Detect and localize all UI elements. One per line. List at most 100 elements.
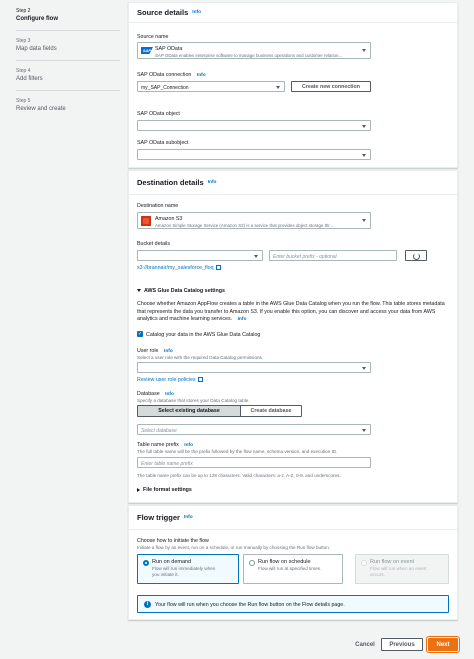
database-mode-toggle: Select existing database Create database <box>137 405 302 417</box>
step-number: Step 2 <box>16 8 31 14</box>
connection-select[interactable]: my_SAP_Connection <box>137 81 285 92</box>
destination-name-description: Amazon Simple Storage Service (Amazon S3… <box>155 222 334 228</box>
step-number: Step 4 <box>16 68 31 74</box>
catalog-checkbox[interactable]: ✓ <box>137 331 143 337</box>
trigger-info-alert: i Your flow will run when you choose the… <box>137 595 449 613</box>
wizard-steps: Step 2 Configure flow Step 3 Map data fi… <box>0 0 124 659</box>
chevron-down-icon <box>254 254 258 258</box>
info-link[interactable]: Info <box>197 73 206 78</box>
user-role-description: Select a user role with the required Dat… <box>137 355 264 360</box>
option-description: Flow will run at specified times. <box>258 566 322 571</box>
chevron-down-icon <box>362 49 366 52</box>
database-label-text: Database <box>137 391 160 397</box>
amazon-s3-icon <box>141 216 151 226</box>
database-select[interactable]: Select database <box>137 424 371 435</box>
panel-title: Flow trigger <box>137 513 180 522</box>
create-connection-button[interactable]: Create new connection <box>291 81 371 92</box>
database-label: Database Info <box>137 391 174 397</box>
option-title: Run flow on event <box>370 559 415 565</box>
connection-label: SAP OData connection Info <box>137 72 206 78</box>
info-link[interactable]: Info <box>238 317 247 322</box>
table-prefix-description: The full table name will be the prefix f… <box>137 449 338 454</box>
step-configure-flow[interactable]: Step 2 Configure flow <box>16 8 58 22</box>
destination-name-value: Amazon S3 <box>155 216 183 222</box>
step-number: Step 3 <box>16 38 31 44</box>
database-description: Specify a database that stores your Data… <box>137 398 250 403</box>
sap-logo-icon: SAP <box>141 47 153 54</box>
external-link-icon <box>197 377 203 383</box>
review-role-policies-text: Review user role policies <box>137 377 196 383</box>
step-title: Map data fields <box>16 46 57 52</box>
radio-disabled-icon <box>361 560 367 566</box>
run-on-schedule-option[interactable]: Run flow on schedule Flow will run at sp… <box>243 554 343 584</box>
option-title: Run on demand <box>152 559 192 565</box>
previous-button[interactable]: Previous <box>381 638 423 651</box>
bucket-prefix-input[interactable]: Enter bucket prefix - optional <box>269 250 397 261</box>
choose-trigger-label: Choose how to initiate the flow <box>137 538 209 544</box>
select-existing-database-option[interactable]: Select existing database <box>138 406 240 416</box>
caret-down-icon <box>137 289 141 293</box>
source-name-select[interactable]: SAP SAP OData SAP OData enables enterpri… <box>137 42 371 59</box>
object-select[interactable] <box>137 120 371 131</box>
destination-name-select[interactable]: Amazon S3 Amazon Simple Storage Service … <box>137 212 371 229</box>
info-link[interactable]: Info <box>192 10 201 15</box>
step-add-filters[interactable]: Step 4 Add filters <box>16 68 43 82</box>
info-message: Your flow will run when you choose the R… <box>155 601 345 608</box>
source-name-description: SAP OData enables enterprise software to… <box>155 52 343 58</box>
step-divider <box>16 60 120 61</box>
step-title: Review and create <box>16 106 66 112</box>
bucket-path-text: s3://brannair/my_salesforce_floq <box>137 265 214 271</box>
info-link[interactable]: Info <box>184 515 193 520</box>
info-link[interactable]: Info <box>184 443 193 448</box>
subobject-label: SAP OData subobject <box>137 140 189 146</box>
step-map-data-fields[interactable]: Step 3 Map data fields <box>16 38 57 52</box>
info-icon: i <box>144 601 151 608</box>
panel-title: Destination details <box>137 178 204 187</box>
info-link[interactable]: Info <box>165 392 174 397</box>
file-format-settings-toggle[interactable]: File format settings <box>137 487 192 493</box>
step-title: Add filters <box>16 76 43 82</box>
source-name-value: SAP OData <box>155 46 183 52</box>
subobject-select[interactable] <box>137 149 371 160</box>
bucket-details-label: Bucket details <box>137 241 170 247</box>
info-link[interactable]: Info <box>164 349 173 354</box>
glue-settings-toggle[interactable]: AWS Glue Data Catalog settings <box>137 288 225 294</box>
bucket-path-link[interactable]: s3://brannair/my_salesforce_floq <box>137 265 221 271</box>
table-prefix-label-text: Table name prefix <box>137 442 179 448</box>
table-prefix-input[interactable]: Enter table name prefix <box>137 457 371 468</box>
step-review-and-create[interactable]: Step 5 Review and create <box>16 98 66 112</box>
step-title: Configure flow <box>16 16 58 22</box>
choose-trigger-description: Initiate a flow by an event, run on a sc… <box>137 545 331 550</box>
chevron-down-icon <box>276 85 280 89</box>
option-description: Flow will run when an event occurs. <box>370 566 427 577</box>
step-divider <box>16 30 120 31</box>
file-format-settings-title: File format settings <box>143 487 192 493</box>
panel-title: Source details <box>137 8 189 17</box>
flow-trigger-panel: Flow trigger Info Choose how to initiate… <box>128 505 458 620</box>
bucket-prefix-placeholder: Enter bucket prefix - optional <box>273 253 337 260</box>
glue-description: Choose whether Amazon AppFlow creates a … <box>137 301 449 324</box>
panel-header: Destination details Info <box>129 171 457 195</box>
user-role-select[interactable] <box>137 362 371 373</box>
destination-details-panel: Destination details Info Destination nam… <box>128 170 458 503</box>
step-divider <box>16 90 120 91</box>
radio-selected-icon <box>143 560 149 566</box>
chevron-down-icon <box>362 219 366 222</box>
glue-settings-title: AWS Glue Data Catalog settings <box>144 288 225 294</box>
run-on-event-option: Run flow on event Flow will run when an … <box>355 554 449 584</box>
chevron-down-icon <box>362 366 366 370</box>
run-on-demand-option[interactable]: Run on demand Flow will run immediately … <box>137 554 239 584</box>
table-prefix-placeholder: Enter table name prefix <box>141 460 193 467</box>
create-database-option[interactable]: Create database <box>240 406 301 416</box>
next-button[interactable]: Next <box>426 636 460 653</box>
table-prefix-label: Table name prefix Info <box>137 442 193 448</box>
bucket-select[interactable] <box>137 250 263 261</box>
table-prefix-hint: The table name prefix can be up to 128 c… <box>137 473 341 478</box>
cancel-button[interactable]: Cancel <box>350 638 380 651</box>
glue-description-text: Choose whether Amazon AppFlow creates a … <box>137 301 445 322</box>
caret-right-icon <box>137 487 140 492</box>
destination-name-label: Destination name <box>137 203 179 209</box>
refresh-button[interactable] <box>405 250 427 261</box>
review-role-policies-link[interactable]: Review user role policies <box>137 377 203 383</box>
info-link[interactable]: Info <box>208 180 217 185</box>
